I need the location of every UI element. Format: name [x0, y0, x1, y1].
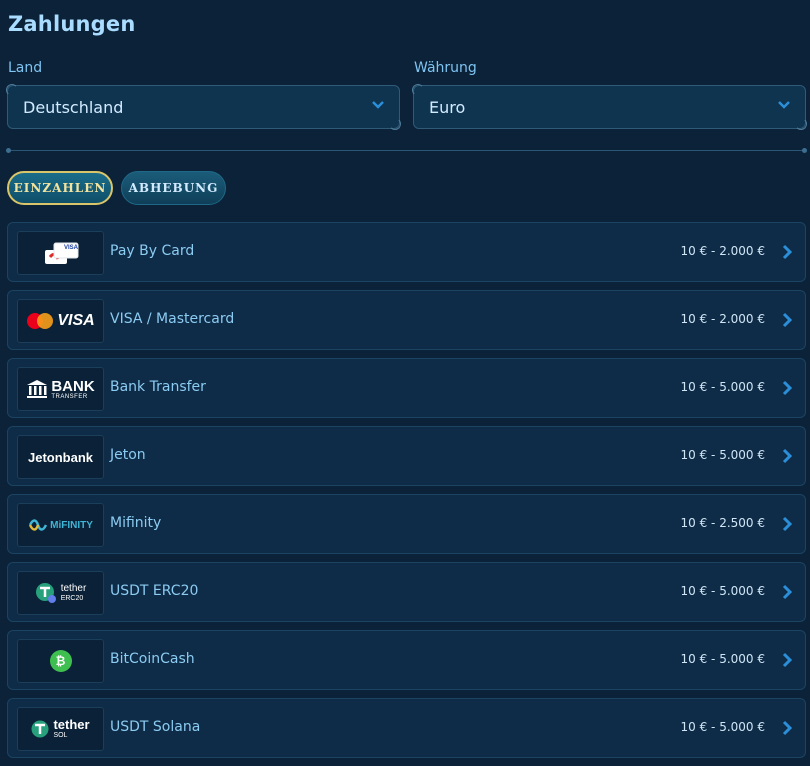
- method-name: Jeton: [110, 447, 146, 463]
- method-range: 10 € - 2.500 €: [680, 516, 765, 530]
- payment-method-row[interactable]: VISA Pay By Card 10 € - 2.000 €: [7, 222, 806, 282]
- tab-einzahlen[interactable]: EINZAHLEN: [7, 171, 113, 205]
- method-name: Bank Transfer: [110, 379, 206, 395]
- jetonbank-logo: Jetonbank: [17, 435, 104, 479]
- chevron-right-icon: [782, 652, 792, 668]
- chevron-right-icon: [782, 380, 792, 396]
- currency-select[interactable]: Euro: [412, 84, 807, 130]
- chevron-right-icon: [782, 244, 792, 260]
- method-name: USDT Solana: [110, 719, 201, 735]
- payment-method-row[interactable]: VISA VISA / Mastercard 10 € - 2.000 €: [7, 290, 806, 350]
- chevron-right-icon: [782, 516, 792, 532]
- page-title: Zahlungen: [8, 12, 136, 36]
- payment-method-row[interactable]: tether ERC20 USDT ERC20 10 € - 5.000 €: [7, 562, 806, 622]
- chevron-down-icon: [778, 101, 790, 109]
- tether-erc20-logo: tether ERC20: [17, 571, 104, 615]
- payment-method-row[interactable]: Jetonbank Jeton 10 € - 5.000 €: [7, 426, 806, 486]
- method-name: BitCoinCash: [110, 651, 195, 667]
- method-name: VISA / Mastercard: [110, 311, 235, 327]
- chevron-right-icon: [782, 584, 792, 600]
- method-range: 10 € - 2.000 €: [680, 244, 765, 258]
- bank-logo: BANK TRANSFER: [17, 367, 104, 411]
- tab-abhebung[interactable]: ABHEBUNG: [121, 171, 226, 205]
- country-select-value: Deutschland: [23, 98, 124, 117]
- method-range: 10 € - 5.000 €: [680, 380, 765, 394]
- chevron-right-icon: [782, 312, 792, 328]
- currency-label: Währung: [414, 60, 477, 76]
- currency-select-value: Euro: [429, 98, 466, 117]
- method-range: 10 € - 5.000 €: [680, 448, 765, 462]
- method-name: USDT ERC20: [110, 583, 199, 599]
- mifinity-logo: MiFINITY: [17, 503, 104, 547]
- country-select[interactable]: Deutschland: [6, 84, 401, 130]
- chevron-right-icon: [782, 448, 792, 464]
- bitcoincash-logo: ₿: [17, 639, 104, 683]
- payment-method-row[interactable]: MiFINITY Mifinity 10 € - 2.500 €: [7, 494, 806, 554]
- card-icon: VISA: [17, 231, 104, 275]
- method-range: 10 € - 5.000 €: [680, 584, 765, 598]
- payment-method-row[interactable]: ₿ BitCoinCash 10 € - 5.000 €: [7, 630, 806, 690]
- chevron-down-icon: [372, 101, 384, 109]
- method-range: 10 € - 5.000 €: [680, 720, 765, 734]
- tether-sol-logo: tether SOL: [17, 707, 104, 751]
- country-label: Land: [8, 60, 43, 76]
- payment-method-list: VISA Pay By Card 10 € - 2.000 € VISA VIS…: [7, 222, 806, 766]
- divider: [6, 148, 807, 153]
- chevron-right-icon: [782, 720, 792, 736]
- method-name: Mifinity: [110, 515, 162, 531]
- method-range: 10 € - 2.000 €: [680, 312, 765, 326]
- visa-mastercard-logo: VISA: [17, 299, 104, 343]
- method-name: Pay By Card: [110, 243, 195, 259]
- payment-method-row[interactable]: tether SOL USDT Solana 10 € - 5.000 €: [7, 698, 806, 758]
- payment-method-row[interactable]: BANK TRANSFER Bank Transfer 10 € - 5.000…: [7, 358, 806, 418]
- method-range: 10 € - 5.000 €: [680, 652, 765, 666]
